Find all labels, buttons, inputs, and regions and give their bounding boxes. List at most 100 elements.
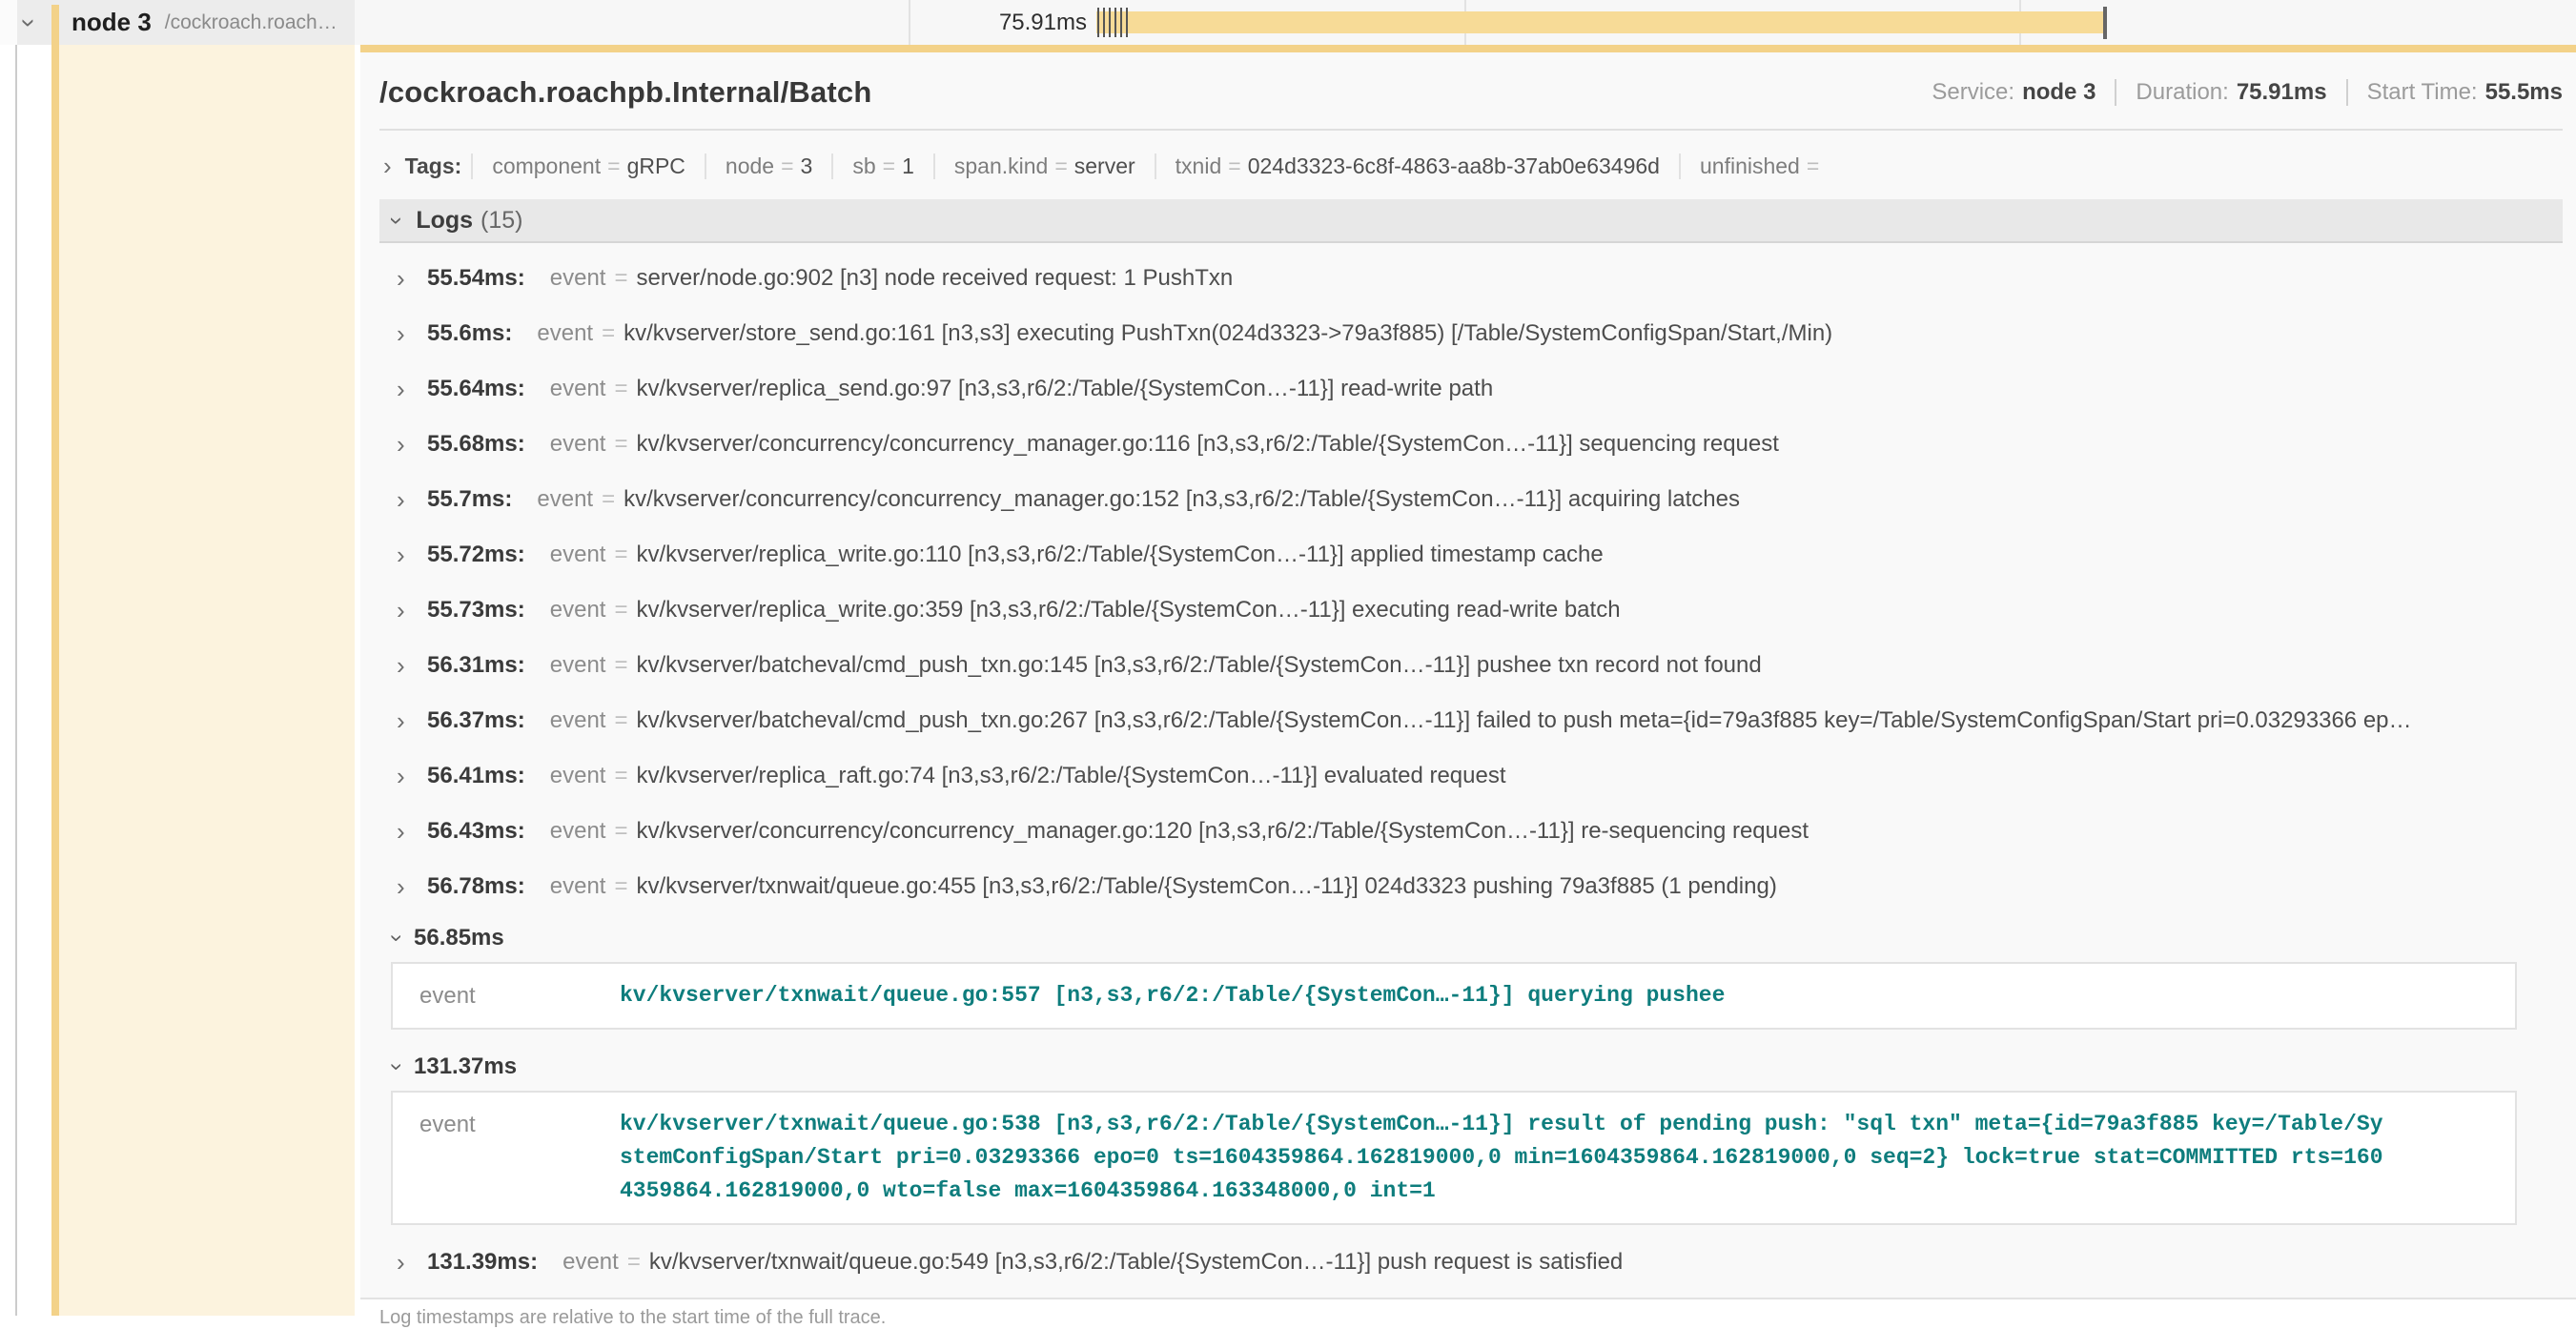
span-timeline-track[interactable]: 75.91ms — [355, 0, 2576, 45]
log-value: kv/kvserver/batcheval/cmd_push_txn.go:26… — [636, 707, 2411, 734]
spacer — [379, 1225, 2563, 1235]
log-row[interactable]: ›56.78ms:event=kv/kvserver/txnwait/queue… — [379, 859, 2563, 914]
span-name-cell[interactable]: node 3 /cockroach.roach… — [17, 0, 355, 45]
log-value: kv/kvserver/replica_send.go:97 [n3,s3,r6… — [636, 376, 1493, 402]
header-divider — [379, 129, 2563, 131]
log-tick-marker — [1120, 8, 1122, 37]
equals-sign: = — [602, 320, 615, 347]
chevron-right-icon: › — [397, 541, 418, 570]
equals-sign: = — [614, 597, 627, 624]
meta-start-label: Start Time: — [2367, 79, 2478, 106]
log-key: event — [550, 542, 606, 568]
chevron-right-icon: › — [397, 651, 418, 681]
span-meta: Service:node 3 Duration:75.91ms Start Ti… — [1932, 79, 2563, 106]
log-row[interactable]: ›131.39ms:event=kv/kvserver/txnwait/queu… — [379, 1235, 2563, 1290]
log-rows: › 55.54ms: event = server/node.go:902 [n3] n… — [379, 243, 2563, 914]
tag-span-kind: span.kind=server — [933, 153, 1155, 179]
log-row[interactable]: ›55.72ms:event=kv/kvserver/replica_write… — [379, 527, 2563, 583]
log-event-value: kv/kvserver/txnwait/queue.go:538 [n3,s3,… — [620, 1108, 2412, 1208]
log-key: event — [550, 763, 606, 789]
meta-duration-value: 75.91ms — [2237, 79, 2327, 106]
log-timestamp: 56.43ms: — [427, 818, 525, 845]
tag-txnid: txnid=024d3323-6c8f-4863-aa8b-37ab0e6349… — [1155, 153, 1679, 179]
log-key: event — [393, 979, 620, 1012]
chevron-right-icon: › — [397, 762, 418, 791]
chevron-right-icon: › — [397, 375, 418, 404]
log-row[interactable]: ›55.7ms:event=kv/kvserver/concurrency/co… — [379, 472, 2563, 527]
log-tick-marker — [1103, 8, 1105, 37]
log-value: kv/kvserver/batcheval/cmd_push_txn.go:14… — [636, 652, 1761, 679]
log-tick-marker — [1097, 8, 1099, 37]
log-timestamp: 131.39ms: — [427, 1249, 538, 1276]
log-key: event — [550, 597, 606, 624]
tag-sb: sb=1 — [831, 153, 933, 179]
equals-sign: = — [614, 652, 627, 679]
log-key: event — [537, 320, 593, 347]
timeline-left-divider — [15, 0, 17, 1316]
chevron-right-icon: › — [397, 706, 418, 736]
chevron-right-icon: › — [397, 319, 418, 349]
logs-count: (15) — [480, 207, 522, 235]
log-value: kv/kvserver/concurrency/concurrency_mana… — [624, 486, 1740, 513]
logs-section-header[interactable]: › Logs (15) — [379, 199, 2563, 243]
meta-service-value: node 3 — [2022, 79, 2096, 106]
log-timestamp: 55.73ms: — [427, 597, 525, 624]
tag-node: node=3 — [705, 153, 831, 179]
meta-start-value: 55.5ms — [2485, 79, 2563, 106]
meta-service-label: Service: — [1932, 79, 2014, 106]
log-timestamp: 55.54ms: — [427, 265, 525, 292]
equals-sign: = — [614, 431, 627, 458]
log-row[interactable]: ›55.54ms:event=server/node.go:902 [n3] n… — [379, 251, 2563, 306]
log-row[interactable]: ›56.37ms:event=kv/kvserver/batcheval/cmd… — [379, 693, 2563, 748]
log-value: kv/kvserver/concurrency/concurrency_mana… — [636, 818, 1809, 845]
chevron-down-icon[interactable]: › — [383, 216, 411, 224]
collapse-all-chevron-icon[interactable]: › — [14, 18, 45, 27]
span-duration-bar[interactable] — [1096, 11, 2103, 33]
log-key: event — [550, 652, 606, 679]
log-event-value: kv/kvserver/txnwait/queue.go:557 [n3,s3,… — [620, 979, 1744, 1012]
log-row[interactable]: ›56.31ms:event=kv/kvserver/batcheval/cmd… — [379, 638, 2563, 693]
chevron-right-icon: › — [397, 596, 418, 625]
equals-sign: = — [614, 542, 627, 568]
log-event-detail: event kv/kvserver/txnwait/queue.go:538 [… — [391, 1091, 2517, 1225]
log-key: event — [537, 486, 593, 513]
log-tick-marker-end — [2103, 7, 2107, 39]
log-value: server/node.go:902 [n3] node received re… — [636, 265, 1233, 292]
log-timestamp: 55.6ms: — [427, 320, 512, 347]
log-row[interactable]: ›55.73ms:event=kv/kvserver/replica_write… — [379, 583, 2563, 638]
span-detail-title: /cockroach.roachpb.Internal/Batch — [379, 75, 872, 110]
log-value: kv/kvserver/txnwait/queue.go:549 [n3,s3,… — [649, 1249, 1623, 1276]
span-operation-name: /cockroach.roach… — [165, 11, 337, 34]
tags-row[interactable]: › Tags: component=gRPC node=3 sb=1 span.… — [379, 146, 2563, 186]
log-key: event — [550, 431, 606, 458]
log-row[interactable]: ›55.68ms:event=kv/kvserver/concurrency/c… — [379, 417, 2563, 472]
expanded-log-row-header[interactable]: › 56.85ms — [379, 914, 2563, 962]
log-tick-marker — [1126, 8, 1128, 37]
span-detail-header: /cockroach.roachpb.Internal/Batch Servic… — [379, 52, 2563, 110]
span-color-strip — [51, 5, 59, 1316]
log-key: event — [562, 1249, 619, 1276]
log-value: kv/kvserver/replica_write.go:110 [n3,s3,… — [636, 542, 1603, 568]
equals-sign: = — [614, 818, 627, 845]
log-row[interactable]: ›56.41ms:event=kv/kvserver/replica_raft.… — [379, 748, 2563, 804]
chevron-right-icon: › — [397, 430, 418, 460]
log-row[interactable]: ›55.64ms:event=kv/kvserver/replica_send.… — [379, 361, 2563, 417]
log-event-detail: event kv/kvserver/txnwait/queue.go:557 [… — [391, 962, 2517, 1030]
log-timestamp: 55.7ms: — [427, 486, 512, 513]
chevron-down-icon[interactable]: › — [383, 1063, 410, 1071]
log-tick-marker — [1114, 8, 1116, 37]
expanded-log-row-header[interactable]: › 131.37ms — [379, 1043, 2563, 1091]
log-timestamp: 56.41ms: — [427, 763, 525, 789]
log-key: event — [550, 707, 606, 734]
log-timestamp: 56.37ms: — [427, 707, 525, 734]
log-timestamp: 131.37ms — [414, 1053, 517, 1080]
log-row[interactable]: ›55.6ms:event=kv/kvserver/store_send.go:… — [379, 306, 2563, 361]
chevron-right-icon[interactable]: › — [383, 152, 392, 181]
equals-sign: = — [614, 376, 627, 402]
span-duration-label: 75.91ms — [869, 0, 1087, 45]
span-service-name: node 3 — [72, 8, 152, 37]
equals-sign: = — [614, 763, 627, 789]
chevron-down-icon[interactable]: › — [383, 934, 410, 942]
log-row[interactable]: ›56.43ms:event=kv/kvserver/concurrency/c… — [379, 804, 2563, 859]
spacer — [379, 1030, 2563, 1043]
